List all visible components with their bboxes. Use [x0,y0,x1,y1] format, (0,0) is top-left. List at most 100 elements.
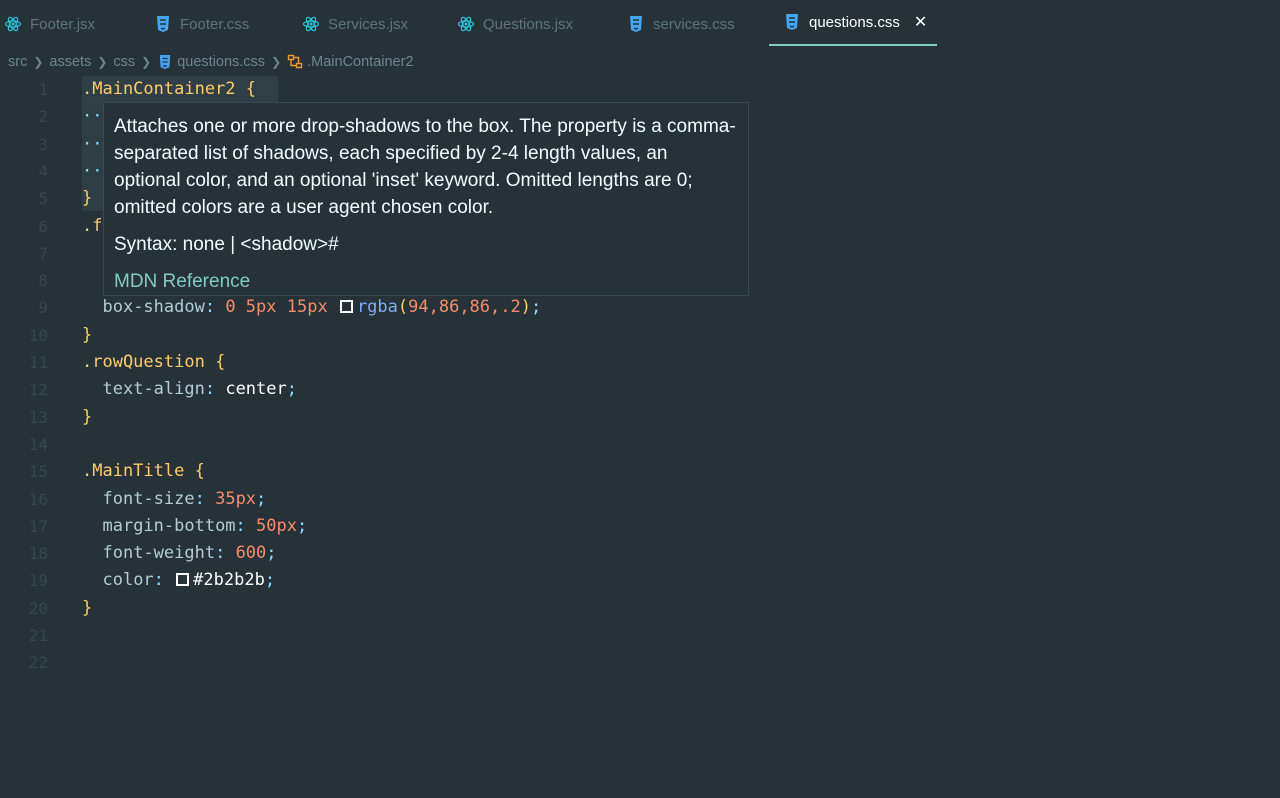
tab-questions-jsx[interactable]: Questions.jsx [457,0,573,48]
chevron-right-icon: ❯ [97,55,108,69]
chevron-right-icon: ❯ [141,55,152,69]
line-number: 17 [28,516,48,536]
tab-label: Services.jsx [328,15,409,33]
code-line[interactable]: 16 font-size: 35px; [0,486,1280,513]
hover-tooltip: Attaches one or more drop-shadows to the… [103,102,749,296]
code-line[interactable]: 13} [0,404,1280,431]
line-number: 7 [38,243,48,263]
css-selector: .MainTitle [82,461,185,482]
line-number: 11 [28,353,48,372]
code-line[interactable]: 20} [0,595,1280,622]
tab-footer-jsx[interactable]: Footer.jsx [4,0,95,48]
line-number: 4 [38,161,48,181]
tab-questions-css[interactable]: questions.css ✕ [769,0,937,46]
css-property: font-weight [102,543,216,564]
code-fragment: ·· [82,133,103,154]
code-text: font-size: 35px; [102,488,267,509]
tab-services-css[interactable]: services.css [627,0,735,48]
breadcrumb-item[interactable]: assets [49,54,91,70]
line-number: 8 [38,271,48,291]
css-selector: .f [82,215,103,236]
code-line[interactable]: 11 .rowQuestion { [0,349,1280,376]
line-number: 19 [28,571,48,591]
line-number: 10 [28,325,48,345]
css-args: 94,86,86,.2 [408,297,521,318]
close-brace: } [82,188,93,209]
close-brace: } [82,597,93,618]
breadcrumb-item[interactable]: src [8,54,27,70]
color-swatch[interactable] [176,573,190,587]
breadcrumb-item[interactable]: questions.css [177,54,265,70]
css-selector: .rowQuestion [82,352,205,372]
code-text: text-align: center; [102,379,297,400]
line-number: 5 [38,189,48,209]
symbol-class-icon [287,54,303,70]
tooltip-syntax: Syntax: none | <shadow># [114,234,339,255]
tab-bar: Footer.jsx Footer.css Services.jsx Quest… [0,0,1280,48]
line-number: 1 [38,80,48,99]
css-function: rgba [356,297,398,318]
tab-label: Footer.css [180,15,250,33]
breadcrumb-item[interactable]: .MainContainer2 [307,54,413,70]
line-number: 20 [28,598,48,618]
css-property: font-size [102,488,195,509]
line-number: 9 [38,298,48,318]
chevron-right-icon: ❯ [271,55,282,69]
css-value: #2b2b2b [193,570,265,591]
css-property: text-align [102,379,205,400]
line-number: 14 [28,434,48,454]
code-fragment: ·· [82,106,103,127]
css-value: 600 [235,543,267,564]
tab-label: questions.css [809,13,900,31]
line-number: 18 [28,544,48,564]
code-text: .f [82,213,102,240]
line-number: 15 [28,462,48,482]
css-value: 0 5px 15px [225,297,328,318]
open-brace: { [235,79,257,99]
code-text: font-weight: 600; [102,543,277,564]
close-icon[interactable]: ✕ [914,12,927,32]
css-icon [154,15,172,33]
code-line[interactable]: 14 [0,431,1280,458]
tab-label: Footer.jsx [30,15,96,33]
color-swatch[interactable] [339,300,353,314]
code-text: box-shadow: 0 5px 15px rgba(94,86,86,.2)… [102,297,542,318]
line-number: 16 [28,489,48,509]
breadcrumb-item[interactable]: css [113,54,135,70]
breadcrumb: src ❯ assets ❯ css ❯ questions.css ❯ .Ma… [8,50,414,74]
code-line[interactable]: 19 color: #2b2b2b; [0,567,1280,594]
tab-footer-css[interactable]: Footer.css [154,0,249,48]
code-text: .rowQuestion { [82,352,226,372]
close-brace: } [82,406,93,427]
code-line[interactable]: 17 margin-bottom: 50px; [0,513,1280,540]
line-number: 6 [38,216,48,236]
line-number: 2 [38,107,48,127]
code-line[interactable]: 15 .MainTitle { [0,458,1280,485]
css-selector: .MainContainer2 [82,79,236,99]
tab-label: services.css [653,15,735,33]
tab-services-jsx[interactable]: Services.jsx [302,0,408,48]
line-number: 13 [28,407,48,427]
mdn-reference-link[interactable]: MDN Reference [114,268,738,295]
code-text: ·· [82,158,102,185]
code-line[interactable]: 22 [0,649,1280,676]
code-line[interactable]: 1 .MainContainer2 { [0,76,1280,103]
line-number: 12 [28,380,48,400]
css-property: color [102,570,154,591]
react-icon [4,15,22,33]
code-line[interactable]: 9 box-shadow: 0 5px 15px rgba(94,86,86,.… [0,294,1280,321]
css-icon [783,13,801,31]
css-icon [627,15,645,33]
code-line[interactable]: 10} [0,322,1280,349]
code-text: color: #2b2b2b; [102,570,276,591]
tooltip-description: Attaches one or more drop-shadows to the… [114,116,736,218]
line-number: 3 [38,134,48,154]
css-value: 35px [215,488,257,509]
code-line[interactable]: 18 font-weight: 600; [0,540,1280,567]
code-line[interactable]: 21 [0,622,1280,649]
tab-label: Questions.jsx [483,15,574,33]
react-icon [457,15,475,33]
code-line[interactable]: 12 text-align: center; [0,376,1280,403]
css-property: margin-bottom [102,515,236,536]
react-icon [302,15,320,33]
